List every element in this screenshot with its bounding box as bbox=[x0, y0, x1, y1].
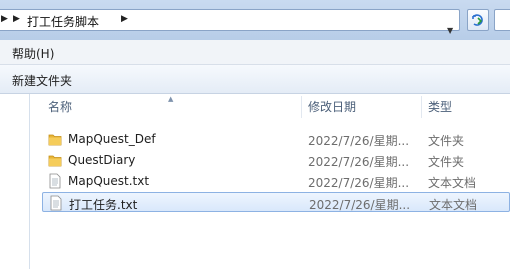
toolbar: 新建文件夹 bbox=[0, 65, 510, 94]
file-row[interactable]: MapQuest_Def 2022/7/26/星期... 文件夹 bbox=[42, 129, 510, 149]
column-header-name[interactable]: 名称 bbox=[48, 94, 72, 120]
column-divider[interactable] bbox=[301, 96, 302, 118]
refresh-button[interactable] bbox=[467, 9, 489, 31]
column-header-date[interactable]: 修改日期 bbox=[308, 94, 356, 120]
sort-ascending-icon: ▲ bbox=[168, 95, 174, 103]
refresh-icon bbox=[472, 14, 483, 26]
text-file-icon bbox=[49, 173, 61, 189]
file-name: MapQuest_Def bbox=[68, 132, 156, 146]
file-row[interactable]: QuestDiary 2022/7/26/星期... 文件夹 bbox=[42, 150, 510, 170]
file-row[interactable]: MapQuest.txt 2022/7/26/星期... 文本文档 bbox=[42, 171, 510, 191]
file-date: 2022/7/26/星期... bbox=[308, 134, 410, 148]
file-date: 2022/7/26/星期... bbox=[308, 176, 410, 190]
menu-bar: 帮助(H) bbox=[0, 40, 510, 65]
folder-icon bbox=[48, 134, 62, 146]
navigation-pane[interactable] bbox=[0, 94, 30, 269]
file-name: MapQuest.txt bbox=[68, 174, 150, 188]
file-type: 文本文档 bbox=[428, 176, 477, 190]
address-box[interactable]: ▶ ▶ 打工任务脚本 ▶ ▼ bbox=[0, 9, 460, 35]
chevron-down-icon[interactable]: ▼ bbox=[447, 26, 453, 35]
file-name: QuestDiary bbox=[68, 153, 136, 167]
new-folder-button[interactable]: 新建文件夹 bbox=[12, 72, 72, 89]
breadcrumb-current-folder[interactable]: 打工任务脚本 bbox=[27, 13, 99, 30]
address-bar: ▶ ▶ 打工任务脚本 ▶ ▼ bbox=[0, 0, 510, 40]
file-type: 文件夹 bbox=[428, 155, 465, 169]
chevron-right-icon[interactable]: ▶ bbox=[13, 14, 20, 24]
text-file-icon bbox=[50, 195, 62, 211]
chevron-right-icon[interactable]: ▶ bbox=[1, 14, 8, 24]
menu-help[interactable]: 帮助(H) bbox=[12, 45, 54, 62]
file-type: 文本文档 bbox=[429, 198, 478, 212]
file-date: 2022/7/26/星期... bbox=[309, 198, 411, 212]
file-date: 2022/7/26/星期... bbox=[308, 155, 410, 169]
file-name: 打工任务.txt bbox=[69, 198, 138, 212]
column-header-type[interactable]: 类型 bbox=[428, 94, 452, 120]
chevron-right-icon[interactable]: ▶ bbox=[121, 14, 128, 24]
file-row-selected[interactable]: 打工任务.txt 2022/7/26/星期... 文本文档 bbox=[42, 192, 510, 212]
column-divider[interactable] bbox=[421, 96, 422, 118]
search-input[interactable] bbox=[494, 9, 510, 31]
folder-icon bbox=[48, 155, 62, 167]
file-type: 文件夹 bbox=[428, 134, 465, 148]
